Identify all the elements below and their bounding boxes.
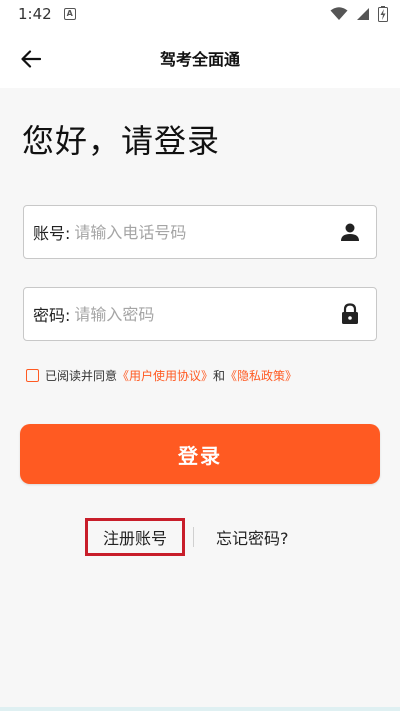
password-input[interactable]: [70, 288, 330, 340]
account-label: 账号:: [33, 224, 71, 243]
battery-icon: [378, 6, 388, 22]
password-field[interactable]: 密码:: [23, 287, 377, 341]
status-time: 1:42: [18, 5, 52, 23]
signal-icon: [357, 8, 369, 20]
back-button[interactable]: [16, 44, 46, 74]
app-title: 驾考全面通: [159, 50, 240, 69]
agree-and: 和: [213, 369, 226, 383]
password-label: 密码:: [33, 306, 71, 325]
status-left: 1:42 A: [18, 5, 76, 23]
account-input[interactable]: [70, 206, 330, 258]
status-bar: 1:42 A: [0, 0, 400, 28]
privacy-policy-link[interactable]: 《隐私政策》: [225, 367, 297, 384]
link-divider: [193, 527, 194, 547]
login-page: 您好，请登录 账号: 密码: 已阅读并同意 《用户使用协议》 和 《隐私政策》 …: [0, 88, 400, 708]
forgot-password-link[interactable]: 忘记密码?: [216, 518, 289, 556]
lock-icon: [330, 303, 370, 325]
agree-checkbox[interactable]: [26, 369, 39, 382]
agreement-row: 已阅读并同意 《用户使用协议》 和 《隐私政策》: [26, 367, 297, 384]
register-link[interactable]: 注册账号: [85, 518, 185, 556]
person-icon: [330, 222, 370, 242]
agree-prefix: 已阅读并同意: [45, 369, 118, 383]
account-field[interactable]: 账号:: [23, 205, 377, 259]
notification-icon: A: [63, 8, 76, 20]
wifi-icon: [330, 7, 348, 20]
arrow-left-icon: [21, 50, 41, 68]
greeting-title: 您好，请登录: [22, 122, 221, 160]
status-right: [330, 6, 388, 22]
bottom-divider: [0, 707, 400, 711]
user-agreement-link[interactable]: 《用户使用协议》: [117, 367, 213, 384]
app-bar: 驾考全面通: [0, 28, 400, 88]
bottom-links: 注册账号 忘记密码?: [0, 518, 400, 558]
login-button[interactable]: 登录: [20, 424, 380, 484]
